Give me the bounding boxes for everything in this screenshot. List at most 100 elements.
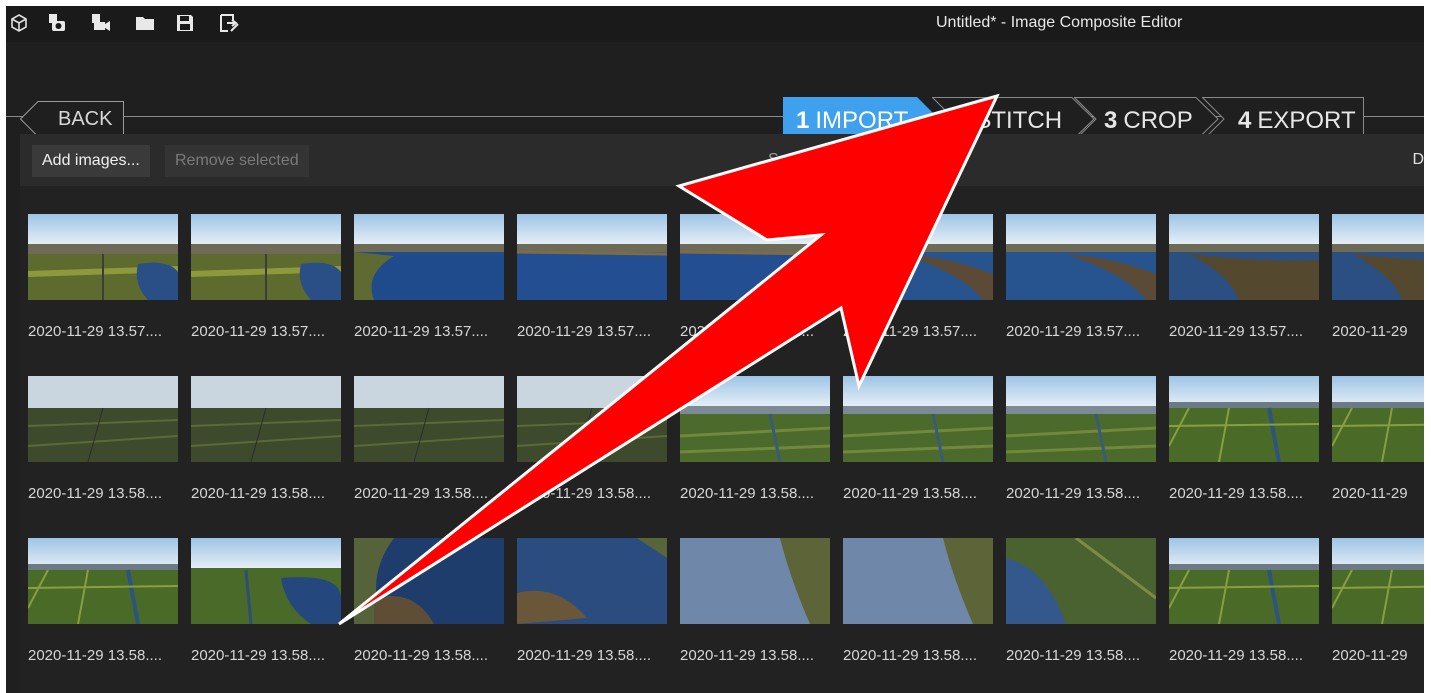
image-thumbnail [1169,376,1319,462]
image-filename: 2020-11-29 [1332,323,1408,340]
image-filename: 2020-11-29 [1332,647,1408,664]
toolbar-partial-right-label: D [1412,151,1424,168]
step-number: 3 [1104,107,1118,134]
image-tile[interactable]: 2020-11-29 13.57.... [191,214,341,344]
step-label: EXPORT [1257,107,1356,134]
image-tile[interactable]: 2020-11-29 13.58.... [191,376,341,506]
image-thumbnail [843,214,993,300]
image-thumbnail [1006,214,1156,300]
image-tile[interactable]: 2020-11-29 13.58.... [28,538,178,668]
image-filename: 2020-11-29 13.57.... [1006,323,1140,340]
image-thumbnail [517,376,667,462]
image-tile[interactable]: 2020-11-29 13.57.... [1169,214,1319,344]
image-filename: 2020-11-29 13.58.... [680,647,814,664]
image-filename: 2020-11-29 13.58.... [1169,647,1303,664]
image-thumbnail [191,214,341,300]
image-thumbnail [517,538,667,624]
step-navigation: BACK 1 IMPORT 2 STITCH 3 CROP 4 EXPORT [6,42,1424,141]
image-filename: 2020-11-29 13.57.... [680,323,814,340]
image-filename: 2020-11-29 13.58.... [843,485,977,502]
image-tile[interactable]: 2020-11-29 [1332,214,1424,344]
image-thumbnail [517,214,667,300]
image-filename: 2020-11-29 13.58.... [1006,647,1140,664]
image-filename: 2020-11-29 13.57.... [191,323,325,340]
save-icon[interactable] [174,12,196,34]
image-thumbnail [843,376,993,462]
image-tile[interactable]: 2020-11-29 13.58.... [1006,538,1156,668]
image-tile[interactable]: 2020-11-29 13.58.... [1006,376,1156,506]
step-number: 4 [1238,107,1252,134]
image-filename: 2020-11-29 13.58.... [1169,485,1303,502]
image-thumbnail [1332,376,1424,462]
image-grid: 2020-11-29 13.57.... 2020-11-29 13.57....… [20,186,1424,693]
image-tile[interactable]: 2020-11-29 13.58.... [1169,538,1319,668]
image-filename: 2020-11-29 13.58.... [517,485,651,502]
image-filename: 2020-11-29 13.58.... [28,647,162,664]
image-tile[interactable]: 2020-11-29 13.58.... [354,376,504,506]
image-tile[interactable]: 2020-11-29 13.58.... [680,376,830,506]
image-tile[interactable]: 2020-11-29 13.58.... [680,538,830,668]
image-thumbnail [28,538,178,624]
image-thumbnail [680,214,830,300]
image-filename: 2020-11-29 13.58.... [354,647,488,664]
back-button[interactable]: BACK [20,101,124,137]
image-tile[interactable]: 2020-11-29 13.57.... [1006,214,1156,344]
image-tile[interactable]: 2020-11-29 13.58.... [517,538,667,668]
cube-icon[interactable] [8,12,30,34]
image-tile[interactable]: 2020-11-29 13.58.... [1169,376,1319,506]
image-tile[interactable]: 2020-11-29 13.57.... [28,214,178,344]
export-icon[interactable] [218,12,240,34]
image-tile[interactable]: 2020-11-29 13.58.... [28,376,178,506]
image-filename: 2020-11-29 [1332,485,1408,502]
add-images-button[interactable]: Add images... [32,145,150,177]
image-filename: 2020-11-29 13.58.... [191,485,325,502]
image-thumbnail [680,376,830,462]
image-tile[interactable]: 2020-11-29 13.57.... [354,214,504,344]
image-thumbnail [191,376,341,462]
toolbar-partial-label: S [768,151,779,168]
image-tile[interactable]: 2020-11-29 13.57.... [680,214,830,344]
image-filename: 2020-11-29 13.58.... [354,485,488,502]
step-label: IMPORT [815,107,909,134]
image-tile[interactable]: 2020-11-29 13.57.... [517,214,667,344]
image-filename: 2020-11-29 13.58.... [1006,485,1140,502]
title-bar: Untitled* - Image Composite Editor [6,6,1424,42]
image-tile[interactable]: 2020-11-29 13.58.... [517,376,667,506]
app-window: Untitled* - Image Composite Editor BACK … [6,6,1424,693]
image-thumbnail [1332,214,1424,300]
image-filename: 2020-11-29 13.57.... [1169,323,1303,340]
step-number: 1 [796,107,810,134]
image-tile[interactable]: 2020-11-29 13.58.... [843,538,993,668]
image-filename: 2020-11-29 13.57.... [517,323,651,340]
image-filename: 2020-11-29 13.58.... [517,647,651,664]
remove-selected-button[interactable]: Remove selected [165,145,309,177]
image-thumbnail [354,538,504,624]
image-tile[interactable]: 2020-11-29 13.58.... [843,376,993,506]
image-tile[interactable]: 2020-11-29 13.58.... [354,538,504,668]
step-number: 2 [956,107,970,134]
image-thumbnail [1332,538,1424,624]
window-title: Untitled* - Image Composite Editor [936,14,1183,31]
image-thumbnail [1169,214,1319,300]
image-tile[interactable]: 2020-11-29 13.58.... [191,538,341,668]
step-label: CROP [1123,107,1193,134]
image-filename: 2020-11-29 13.57.... [843,323,977,340]
image-thumbnail [28,376,178,462]
image-tile[interactable]: 2020-11-29 13.57.... [843,214,993,344]
image-thumbnail [354,214,504,300]
new-panorama-from-images-icon[interactable] [46,12,68,34]
import-toolbar: Add images... Remove selected S D [20,134,1424,186]
new-panorama-from-video-icon[interactable] [89,12,111,34]
image-thumbnail [28,214,178,300]
image-tile[interactable]: 2020-11-29 [1332,538,1424,668]
image-tile[interactable]: 2020-11-29 [1332,376,1424,506]
image-thumbnail [191,538,341,624]
image-thumbnail [1006,376,1156,462]
open-folder-icon[interactable] [134,12,156,34]
back-button-label: BACK [58,108,113,130]
image-thumbnail [354,376,504,462]
step-label: STITCH [975,107,1063,134]
image-filename: 2020-11-29 13.58.... [680,485,814,502]
image-filename: 2020-11-29 13.58.... [28,485,162,502]
image-thumbnail [1169,538,1319,624]
